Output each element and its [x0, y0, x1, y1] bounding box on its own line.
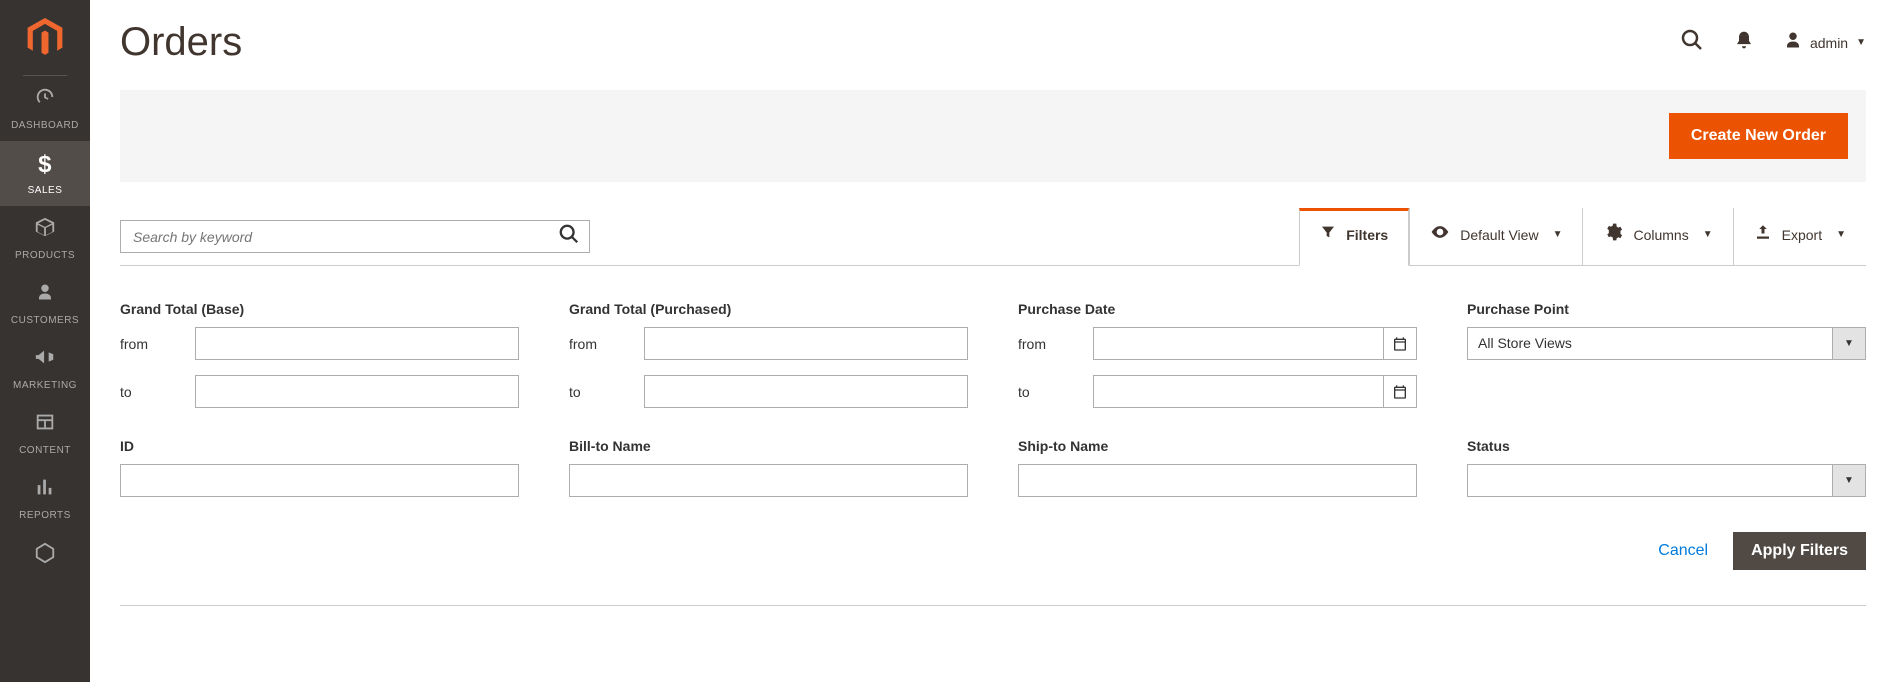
- nav-stores[interactable]: [0, 531, 90, 581]
- nav-content[interactable]: CONTENT: [0, 401, 90, 466]
- nav-dashboard[interactable]: DASHBOARD: [0, 76, 90, 141]
- columns-dropdown[interactable]: Columns ▼: [1582, 208, 1732, 265]
- filter-purchase-date: Purchase Date from to: [1018, 301, 1417, 408]
- nav-products[interactable]: PRODUCTS: [0, 206, 90, 271]
- search-icon[interactable]: [1680, 28, 1704, 58]
- products-icon: [34, 216, 56, 244]
- ship-to-name-input[interactable]: [1018, 464, 1417, 497]
- toolbar: Filters Default View ▼ Columns ▼: [120, 208, 1866, 266]
- filter-grand-total-base: Grand Total (Base) from to: [120, 301, 519, 408]
- default-view-label: Default View: [1460, 227, 1538, 243]
- filter-bill-to-name: Bill-to Name: [569, 438, 968, 497]
- to-label: to: [1018, 384, 1083, 400]
- eye-icon: [1430, 222, 1450, 247]
- search-submit-icon[interactable]: [558, 223, 580, 251]
- filter-label: ID: [120, 438, 519, 454]
- create-banner: Create New Order: [120, 90, 1866, 182]
- columns-label: Columns: [1633, 227, 1688, 243]
- export-label: Export: [1782, 227, 1822, 243]
- stores-icon: [34, 542, 56, 570]
- filter-label: Purchase Point: [1467, 301, 1866, 317]
- filters-tab[interactable]: Filters: [1299, 208, 1409, 266]
- filter-label: Ship-to Name: [1018, 438, 1417, 454]
- notifications-icon[interactable]: [1734, 30, 1754, 56]
- user-icon: [1784, 31, 1802, 54]
- admin-username: admin: [1810, 35, 1848, 51]
- filter-status: Status ▼: [1467, 438, 1866, 497]
- select-caret-icon[interactable]: ▼: [1833, 464, 1866, 497]
- purchase-date-to-input[interactable]: [1093, 375, 1384, 408]
- calendar-icon[interactable]: [1384, 375, 1417, 408]
- content-icon: [34, 411, 56, 439]
- filter-label: Grand Total (Purchased): [569, 301, 968, 317]
- grand-total-purchased-from-input[interactable]: [644, 327, 968, 360]
- filter-grand-total-purchased: Grand Total (Purchased) from to: [569, 301, 968, 408]
- sidebar: DASHBOARD $ SALES PRODUCTS CUSTOMERS MAR…: [0, 0, 90, 682]
- id-input[interactable]: [120, 464, 519, 497]
- filter-ship-to-name: Ship-to Name: [1018, 438, 1417, 497]
- default-view-dropdown[interactable]: Default View ▼: [1409, 208, 1582, 265]
- nav-label: CONTENT: [19, 445, 71, 456]
- nav-label: SALES: [28, 185, 63, 196]
- gear-icon: [1603, 222, 1623, 247]
- export-dropdown[interactable]: Export ▼: [1733, 208, 1866, 265]
- customers-icon: [36, 281, 54, 309]
- filter-grid: Grand Total (Base) from to Grand Total (…: [120, 301, 1866, 497]
- filter-purchase-point: Purchase Point All Store Views ▼: [1467, 301, 1866, 408]
- from-label: from: [569, 336, 634, 352]
- magento-logo-icon: [27, 18, 63, 58]
- caret-down-icon: ▼: [1553, 229, 1563, 240]
- nav-label: PRODUCTS: [15, 250, 75, 261]
- filter-label: Status: [1467, 438, 1866, 454]
- from-label: from: [120, 336, 185, 352]
- grand-total-purchased-to-input[interactable]: [644, 375, 968, 408]
- magento-logo[interactable]: [0, 0, 90, 75]
- export-icon: [1754, 223, 1772, 246]
- status-select[interactable]: [1467, 464, 1833, 497]
- filters-label: Filters: [1346, 227, 1388, 243]
- main-content: Orders admin ▼ Create New Order: [90, 0, 1896, 682]
- marketing-icon: [34, 346, 56, 374]
- funnel-icon: [1320, 224, 1336, 245]
- toolbar-actions: Filters Default View ▼ Columns ▼: [1299, 208, 1866, 265]
- nav-label: CUSTOMERS: [11, 315, 79, 326]
- filter-label: Purchase Date: [1018, 301, 1417, 317]
- dashboard-icon: [34, 86, 56, 114]
- nav-label: REPORTS: [19, 510, 71, 521]
- nav-sales[interactable]: $ SALES: [0, 141, 90, 206]
- filter-label: Bill-to Name: [569, 438, 968, 454]
- filter-id: ID: [120, 438, 519, 497]
- nav-label: DASHBOARD: [11, 120, 79, 131]
- search-box: [120, 220, 590, 253]
- caret-down-icon: ▼: [1836, 229, 1846, 240]
- nav-reports[interactable]: REPORTS: [0, 466, 90, 531]
- search-input[interactable]: [120, 220, 590, 253]
- select-caret-icon[interactable]: ▼: [1833, 327, 1866, 360]
- grand-total-base-from-input[interactable]: [195, 327, 519, 360]
- create-new-order-button[interactable]: Create New Order: [1669, 113, 1848, 159]
- calendar-icon[interactable]: [1384, 327, 1417, 360]
- from-label: from: [1018, 336, 1083, 352]
- reports-icon: [34, 476, 56, 504]
- caret-down-icon: ▼: [1703, 229, 1713, 240]
- bill-to-name-input[interactable]: [569, 464, 968, 497]
- page-title: Orders: [120, 20, 242, 65]
- filter-actions: Cancel Apply Filters: [120, 532, 1866, 606]
- caret-down-icon: ▼: [1856, 37, 1866, 48]
- nav-marketing[interactable]: MARKETING: [0, 336, 90, 401]
- to-label: to: [120, 384, 185, 400]
- sales-icon: $: [38, 151, 52, 179]
- purchase-point-select[interactable]: All Store Views: [1467, 327, 1833, 360]
- nav-label: MARKETING: [13, 380, 77, 391]
- header-actions: admin ▼: [1680, 28, 1866, 58]
- grand-total-base-to-input[interactable]: [195, 375, 519, 408]
- to-label: to: [569, 384, 634, 400]
- cancel-button[interactable]: Cancel: [1658, 542, 1708, 560]
- filter-label: Grand Total (Base): [120, 301, 519, 317]
- apply-filters-button[interactable]: Apply Filters: [1733, 532, 1866, 570]
- purchase-date-from-input[interactable]: [1093, 327, 1384, 360]
- admin-account-dropdown[interactable]: admin ▼: [1784, 31, 1866, 54]
- nav-customers[interactable]: CUSTOMERS: [0, 271, 90, 336]
- page-header: Orders admin ▼: [120, 20, 1866, 65]
